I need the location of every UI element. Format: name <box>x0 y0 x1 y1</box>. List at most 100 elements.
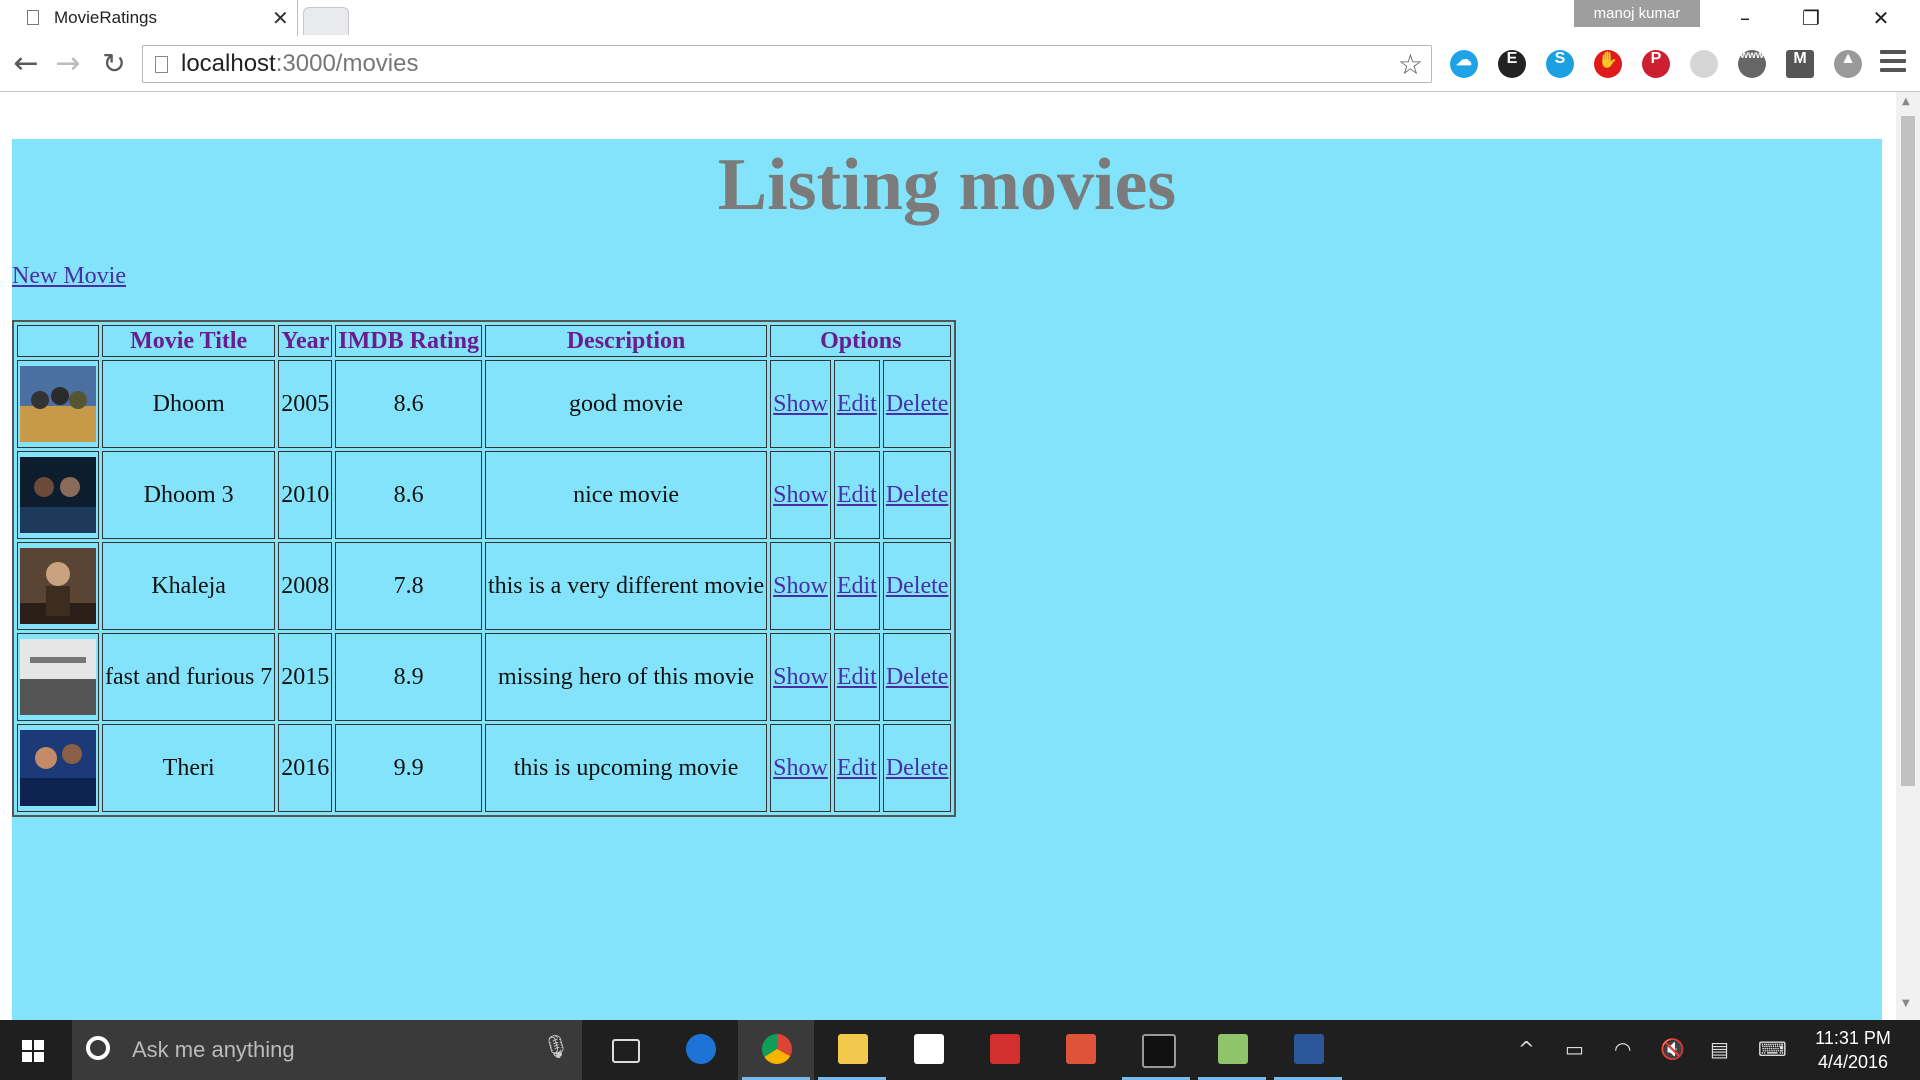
store-taskbar-button[interactable] <box>890 1020 966 1080</box>
new-tab-button[interactable] <box>303 7 349 35</box>
notepad-taskbar-button[interactable] <box>1194 1020 1270 1080</box>
onedrive-icon[interactable]: ☁ <box>1450 50 1478 78</box>
profile-badge[interactable]: manoj kumar <box>1574 0 1700 27</box>
forward-icon[interactable]: → <box>50 46 86 82</box>
ruby-taskbar-button[interactable] <box>1042 1020 1118 1080</box>
scroll-down-icon[interactable]: ▼ <box>1902 998 1910 1009</box>
movie-title: Theri <box>102 724 276 812</box>
url-text[interactable]: localhost:3000/movies <box>181 50 418 78</box>
table-row: Dhoom 3 2010 8.6 nice movie Show Edit De… <box>17 451 952 539</box>
show-cell: Show <box>770 451 831 539</box>
scroll-up-icon[interactable]: ▲ <box>1902 96 1910 107</box>
page-title: Listing movies <box>717 144 1177 226</box>
show-cell: Show <box>770 542 831 630</box>
edit-link[interactable]: Edit <box>837 482 877 508</box>
scrollbar-thumb[interactable] <box>1901 116 1915 786</box>
terminal-taskbar-button[interactable] <box>1118 1020 1194 1080</box>
edge-taskbar-button[interactable] <box>662 1020 738 1080</box>
movie-rating: 8.6 <box>335 360 482 448</box>
evernote-icon[interactable]: E <box>1498 50 1526 78</box>
adblock-icon[interactable]: ✋ <box>1594 50 1622 78</box>
edit-link[interactable]: Edit <box>837 664 877 690</box>
word-icon <box>1294 1034 1324 1064</box>
start-button[interactable] <box>0 1020 70 1080</box>
movie-poster <box>20 639 96 715</box>
drive-icon[interactable]: ▲ <box>1834 50 1862 78</box>
delete-link[interactable]: Delete <box>886 755 949 781</box>
page-icon <box>27 10 39 25</box>
pinterest-icon[interactable]: P <box>1642 50 1670 78</box>
table-row: Khaleja 2008 7.8 this is a very differen… <box>17 542 952 630</box>
delete-cell: Delete <box>882 542 952 630</box>
address-bar[interactable]: localhost:3000/movies ☆ <box>142 45 1432 83</box>
taskbar: Ask me anything 🎙 ^ ▭ ◠ 🔇 ▤ ⌨ 11:31 PM 4… <box>0 1020 1920 1080</box>
search-placeholder: Ask me anything <box>132 1037 295 1062</box>
image-column-header <box>17 325 99 357</box>
delete-link[interactable]: Delete <box>886 482 949 508</box>
volume-muted-icon[interactable]: 🔇 <box>1660 1037 1685 1061</box>
movie-year: 2015 <box>278 633 333 721</box>
new-movie-link[interactable]: New Movie <box>12 263 126 290</box>
word-taskbar-button[interactable] <box>1270 1020 1346 1080</box>
store-icon <box>914 1034 944 1064</box>
delete-cell: Delete <box>882 724 952 812</box>
movies-table: Movie Title Year IMDB Rating Description… <box>12 320 957 817</box>
action-center-icon[interactable]: ▤ <box>1710 1037 1729 1061</box>
movie-year: 2005 <box>278 360 333 448</box>
movie-poster <box>20 366 96 442</box>
keyboard-icon[interactable]: ⌨ <box>1758 1037 1787 1061</box>
vertical-scrollbar[interactable]: ▲ ▼ <box>1896 92 1920 1020</box>
back-icon[interactable]: ← <box>8 46 44 82</box>
show-link[interactable]: Show <box>773 755 828 781</box>
chrome-taskbar-button[interactable] <box>738 1020 814 1080</box>
movie-year: 2016 <box>278 724 333 812</box>
movie-title: fast and furious 7 <box>102 633 276 721</box>
movie-poster <box>20 457 96 533</box>
bookmark-star-icon[interactable]: ☆ <box>1398 48 1423 81</box>
show-link[interactable]: Show <box>773 573 828 599</box>
menu-icon[interactable] <box>1880 50 1906 76</box>
show-cell: Show <box>770 724 831 812</box>
show-link[interactable]: Show <box>773 664 828 690</box>
poster-cell <box>17 360 99 448</box>
movie-poster <box>20 548 96 624</box>
delete-link[interactable]: Delete <box>886 391 949 417</box>
folder-icon <box>838 1034 868 1064</box>
edit-cell: Edit <box>833 360 880 448</box>
www-icon[interactable]: www <box>1738 50 1766 78</box>
movie-rating: 8.9 <box>335 633 482 721</box>
task-view-button[interactable] <box>586 1020 662 1080</box>
table-row: Dhoom 2005 8.6 good movie Show Edit Dele… <box>17 360 952 448</box>
minimize-icon[interactable]: – <box>1716 0 1774 36</box>
edit-link[interactable]: Edit <box>837 755 877 781</box>
system-clock[interactable]: 11:31 PM 4/4/2016 <box>1808 1026 1898 1074</box>
edit-link[interactable]: Edit <box>837 391 877 417</box>
windows-logo-icon <box>22 1040 44 1062</box>
year-column-header: Year <box>278 325 333 357</box>
file-explorer-button[interactable] <box>814 1020 890 1080</box>
mozbar-icon[interactable]: M <box>1786 50 1814 78</box>
delete-link[interactable]: Delete <box>886 664 949 690</box>
close-window-icon[interactable]: ✕ <box>1852 0 1910 36</box>
wifi-icon[interactable]: ◠ <box>1614 1037 1631 1061</box>
edit-cell: Edit <box>833 633 880 721</box>
delete-link[interactable]: Delete <box>886 573 949 599</box>
microphone-icon[interactable]: 🎙 <box>542 1035 570 1060</box>
show-hidden-icons-chevron-icon[interactable]: ^ <box>1518 1037 1535 1061</box>
edit-cell: Edit <box>833 451 880 539</box>
options-column-header: Options <box>770 325 952 357</box>
camera-icon[interactable] <box>1690 50 1718 78</box>
reload-icon[interactable]: ↻ <box>96 46 132 82</box>
battery-icon[interactable]: ▭ <box>1565 1037 1584 1061</box>
restore-icon[interactable]: ❐ <box>1782 0 1840 36</box>
poster-cell <box>17 633 99 721</box>
skype-icon[interactable]: S <box>1546 50 1574 78</box>
show-link[interactable]: Show <box>773 391 828 417</box>
close-tab-icon[interactable]: ✕ <box>272 6 289 30</box>
edit-link[interactable]: Edit <box>837 573 877 599</box>
browser-tab[interactable]: MovieRatings ✕ <box>0 0 298 36</box>
cortana-search-box[interactable]: Ask me anything 🎙 <box>72 1020 582 1080</box>
reader-taskbar-button[interactable] <box>966 1020 1042 1080</box>
task-view-icon <box>612 1039 640 1063</box>
show-link[interactable]: Show <box>773 482 828 508</box>
